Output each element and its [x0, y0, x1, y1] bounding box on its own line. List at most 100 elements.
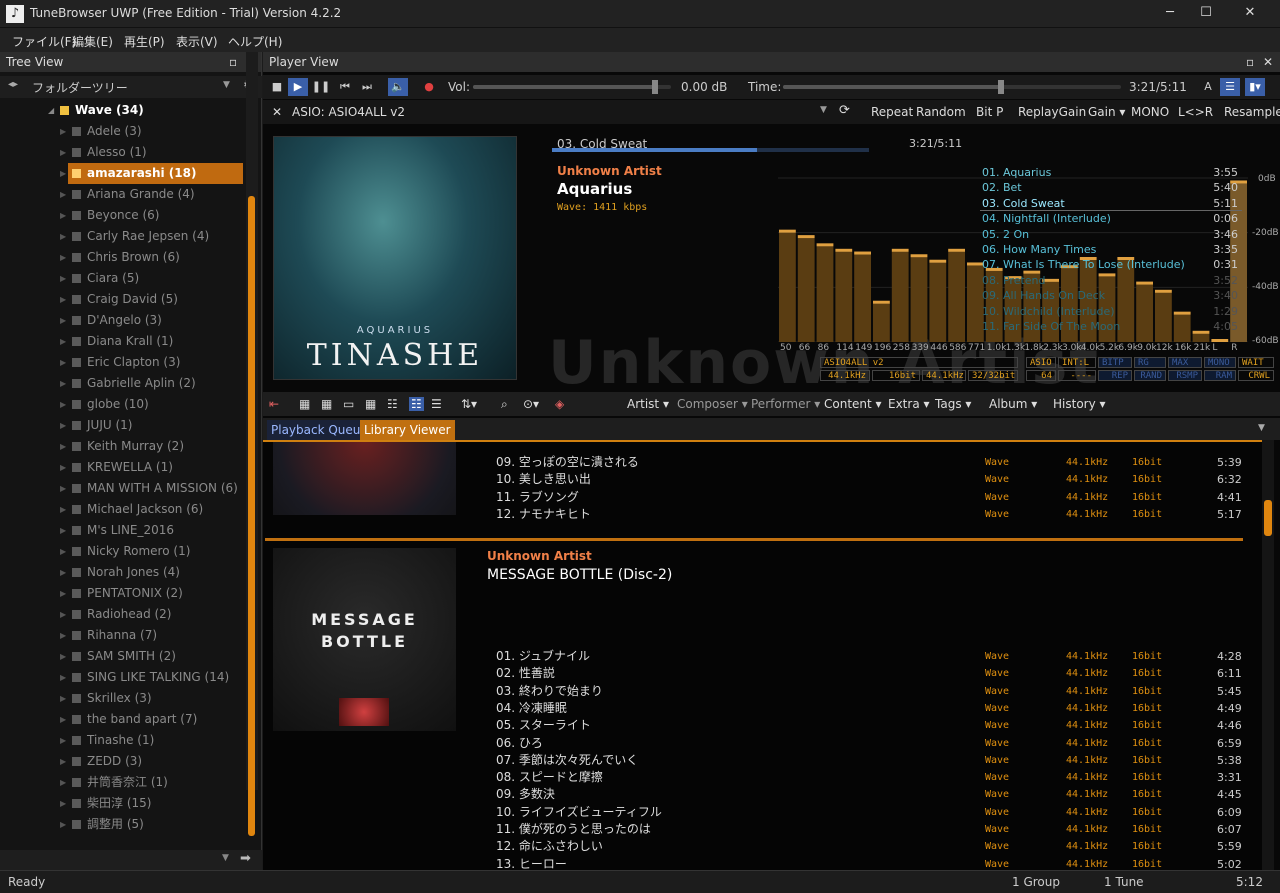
expand-arrow-icon[interactable]: ▶: [60, 373, 66, 394]
track-row[interactable]: 11. ラブソング Wave 44.1kHz 16bit 4:41: [263, 489, 1269, 506]
tree-item[interactable]: ▶ KREWELLA (1): [0, 457, 246, 478]
spectrum-icon[interactable]: ▮▾: [1245, 78, 1265, 96]
track-row[interactable]: 11. 僕が死のうと思ったのは Wave 44.1kHz 16bit 6:07: [263, 821, 1269, 838]
chevron-down-icon[interactable]: ▼: [222, 853, 229, 863]
expand-arrow-icon[interactable]: ▶: [60, 205, 66, 226]
tree-item[interactable]: ▶ Carly Rae Jepsen (4): [0, 226, 246, 247]
bit-perfect-button[interactable]: Bit P: [976, 105, 1003, 119]
tree-scroll-thumb[interactable]: [248, 196, 255, 836]
speaker-icon[interactable]: 🔈: [388, 78, 408, 96]
tree-item[interactable]: ▶ 井筒香奈江 (1): [0, 772, 246, 793]
tree-item[interactable]: ▶ Eric Clapton (3): [0, 352, 246, 373]
menu-view[interactable]: 表示(V): [176, 33, 218, 50]
pin-icon[interactable]: ▫: [229, 52, 237, 72]
close-button[interactable]: ✕: [1228, 0, 1272, 28]
expand-arrow-icon[interactable]: ▶: [60, 583, 66, 604]
track-row[interactable]: 06. ひろ Wave 44.1kHz 16bit 6:59: [263, 735, 1269, 752]
next-icon[interactable]: ⏭: [357, 78, 377, 96]
filter-history[interactable]: History ▾: [1053, 397, 1106, 411]
expand-arrow-icon[interactable]: ▶: [60, 688, 66, 709]
mono-button[interactable]: MONO: [1131, 105, 1169, 119]
tree-item[interactable]: ▶ Gabrielle Aplin (2): [0, 373, 246, 394]
tree-item[interactable]: ▶ JUJU (1): [0, 415, 246, 436]
tree-root-wave[interactable]: ◢ Wave (34): [0, 100, 246, 121]
playlist-row[interactable]: 10. Wildchild (Interlude) 1:29: [980, 304, 1242, 319]
playlist-row[interactable]: 01. Aquarius 3:55: [980, 165, 1242, 180]
tree-item[interactable]: ▶ PENTATONIX (2): [0, 583, 246, 604]
refresh-icon[interactable]: ⟳: [839, 103, 850, 118]
seek-slider[interactable]: [783, 80, 1121, 94]
expand-arrow-icon[interactable]: ▶: [60, 772, 66, 793]
tree-item[interactable]: ▶ Alesso (1): [0, 142, 246, 163]
tree-item[interactable]: ▶ Beyonce (6): [0, 205, 246, 226]
record-icon[interactable]: ●: [419, 78, 439, 96]
tree-item[interactable]: ▶ 調整用 (5): [0, 814, 246, 835]
expand-arrow-icon[interactable]: ▶: [60, 457, 66, 478]
detail-icon[interactable]: ☷: [387, 397, 398, 411]
tree-item[interactable]: ▶ Norah Jones (4): [0, 562, 246, 583]
gain-button[interactable]: Gain ▾: [1088, 105, 1125, 119]
tree-item[interactable]: ▶ Craig David (5): [0, 289, 246, 310]
expand-arrow-icon[interactable]: ▶: [60, 310, 66, 331]
tree-item[interactable]: ▶ 柴田淳 (15): [0, 793, 246, 814]
filter-performer[interactable]: Performer ▾: [751, 397, 820, 411]
track-row[interactable]: 08. スピードと摩擦 Wave 44.1kHz 16bit 3:31: [263, 769, 1269, 786]
search-icon[interactable]: ⌕: [501, 397, 508, 412]
playlist-row[interactable]: 08. Pretend 3:52: [980, 273, 1242, 288]
tag-icon[interactable]: ◈: [555, 397, 564, 411]
track-row[interactable]: 10. ライフイズビューティフル Wave 44.1kHz 16bit 6:09: [263, 804, 1269, 821]
tree-item[interactable]: ▶ MAN WITH A MISSION (6): [0, 478, 246, 499]
track-row[interactable]: 03. 終わりで始まり Wave 44.1kHz 16bit 5:45: [263, 683, 1269, 700]
expand-collapse-icon[interactable]: ◂▸: [8, 79, 18, 90]
tree-item[interactable]: ▶ ZEDD (3): [0, 751, 246, 772]
sort-icon[interactable]: ⇅▾: [461, 397, 477, 411]
expand-arrow-icon[interactable]: ▶: [60, 142, 66, 163]
filter-icon[interactable]: ⊙▾: [523, 397, 539, 411]
tree-item[interactable]: ▶ amazarashi (18): [60, 163, 243, 184]
volume-slider[interactable]: [473, 80, 671, 94]
expand-arrow-icon[interactable]: ▶: [60, 667, 66, 688]
expand-arrow-icon[interactable]: ▶: [60, 751, 66, 772]
tree-item[interactable]: ▶ M's LINE_2016: [0, 520, 246, 541]
tree-item[interactable]: ▶ the band apart (7): [0, 709, 246, 730]
expand-arrow-icon[interactable]: ▶: [60, 646, 66, 667]
expand-arrow-icon[interactable]: ▶: [60, 604, 66, 625]
playlist-row[interactable]: 06. How Many Times 3:35: [980, 242, 1242, 257]
tab-playback-queue[interactable]: Playback Queue: [267, 420, 372, 440]
playlist-row[interactable]: 03. Cold Sweat 5:11: [980, 196, 1242, 211]
tree-item[interactable]: ▶ Adele (3): [0, 121, 246, 142]
filter-extra[interactable]: Extra ▾: [888, 397, 930, 411]
playlist-row[interactable]: 05. 2 On 3:46: [980, 227, 1242, 242]
output-device-select[interactable]: ASIO: ASIO4ALL v2: [292, 105, 405, 119]
tree-item[interactable]: ▶ Skrillex (3): [0, 688, 246, 709]
expand-arrow-icon[interactable]: ▶: [60, 793, 66, 814]
menu-help[interactable]: ヘルプ(H): [228, 33, 282, 50]
tree-item[interactable]: ▶ Michael Jackson (6): [0, 499, 246, 520]
tree-mode-select[interactable]: フォルダーツリー: [32, 79, 128, 96]
chevron-down-icon[interactable]: ▼: [1258, 423, 1265, 433]
replaygain-button[interactable]: ReplayGain: [1018, 105, 1086, 119]
expand-arrow-icon[interactable]: ▶: [60, 247, 66, 268]
expand-arrow-icon[interactable]: ▶: [60, 394, 66, 415]
resample-button[interactable]: Resample: [1224, 105, 1280, 119]
arrow-right-icon[interactable]: ➡: [240, 851, 251, 866]
pause-icon[interactable]: ❚❚: [311, 78, 331, 96]
track-row[interactable]: 07. 季節は次々死んでいく Wave 44.1kHz 16bit 5:38: [263, 752, 1269, 769]
random-button[interactable]: Random: [916, 105, 966, 119]
expand-arrow-icon[interactable]: ▶: [60, 625, 66, 646]
expand-arrow-icon[interactable]: ▶: [60, 814, 66, 835]
grid-small-icon[interactable]: ▦: [365, 397, 376, 411]
expand-arrow-icon[interactable]: ▶: [60, 121, 66, 142]
tree-item[interactable]: ▶ Diana Krall (1): [0, 331, 246, 352]
single-column-icon[interactable]: ▭: [343, 397, 354, 411]
pin-icon[interactable]: ▫: [1246, 52, 1254, 72]
track-row[interactable]: 04. 冷凍睡眠 Wave 44.1kHz 16bit 4:49: [263, 700, 1269, 717]
expand-arrow-icon[interactable]: ▶: [60, 163, 66, 184]
track-row[interactable]: 01. ジュブナイル Wave 44.1kHz 16bit 4:28: [263, 648, 1269, 665]
track-row[interactable]: 05. スターライト Wave 44.1kHz 16bit 4:46: [263, 717, 1269, 734]
tree-item[interactable]: ▶ Radiohead (2): [0, 604, 246, 625]
playlist-row[interactable]: 09. All Hands On Deck 3:40: [980, 288, 1242, 303]
filter-tags[interactable]: Tags ▾: [935, 397, 971, 411]
expand-arrow-icon[interactable]: ▶: [60, 184, 66, 205]
expand-arrow-icon[interactable]: ▶: [60, 352, 66, 373]
